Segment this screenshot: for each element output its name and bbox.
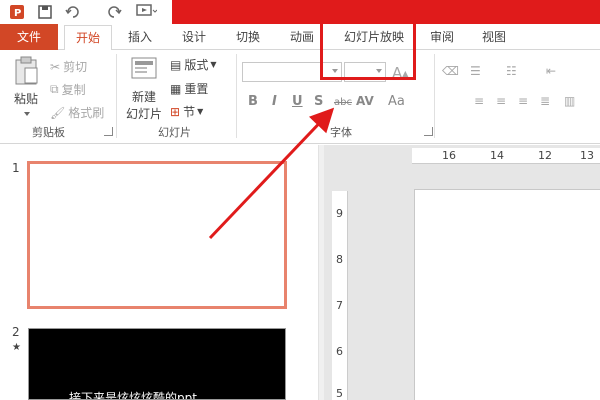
section-icon: ⊞ <box>170 104 181 119</box>
title-bar: P <box>0 0 600 24</box>
chevron-down-icon: ▼ <box>210 60 217 69</box>
align-left-button[interactable]: ≡ <box>474 94 484 108</box>
cut-label: 剪切 <box>63 60 88 74</box>
slide-thumbnail-2[interactable]: 接下来是炫炫炫酷的ppt <box>28 328 286 400</box>
paintbrush-icon: 🖌 <box>50 105 66 120</box>
ruler-number: 12 <box>538 149 552 162</box>
bullets-button[interactable]: ☰ <box>470 64 481 78</box>
vertical-ruler: 9 8 7 6 5 <box>332 191 348 400</box>
group-divider <box>236 54 237 138</box>
clear-format-button[interactable]: ⌫ <box>442 64 459 78</box>
bullet-list-icon: ☰ <box>470 64 481 78</box>
powerpoint-logo-icon: P <box>8 2 26 22</box>
tab-animations[interactable]: 动画 <box>278 24 326 50</box>
char-spacing-button[interactable]: AV <box>356 94 374 108</box>
align-right-icon: ≡ <box>518 94 529 108</box>
group-divider <box>434 54 435 138</box>
italic-button[interactable]: I <box>272 94 277 109</box>
shadow-button[interactable]: S <box>314 94 323 109</box>
ruler-number: 9 <box>336 207 343 220</box>
paste-button[interactable]: 粘贴 <box>10 56 42 107</box>
copy-button[interactable]: ⧉ 复制 <box>50 81 86 98</box>
layout-icon: ▤ <box>170 57 182 72</box>
slide-thumbnail-1[interactable] <box>27 161 287 309</box>
copy-label: 复制 <box>61 83 86 97</box>
slide-number: 2 <box>12 325 20 339</box>
reset-label: 重置 <box>184 82 209 96</box>
tab-review[interactable]: 审阅 <box>420 24 464 50</box>
font-group-label: 字体 <box>330 126 352 139</box>
section-label: 节 <box>183 105 196 119</box>
save-icon[interactable] <box>36 2 54 22</box>
numbered-list-icon: ☷ <box>506 64 517 78</box>
slide-editor: 16 14 12 13 9 8 7 6 5 <box>324 145 600 400</box>
copy-icon: ⧉ <box>50 82 59 96</box>
eraser-icon: ⌫ <box>442 64 459 78</box>
align-left-icon: ≡ <box>474 94 485 108</box>
columns-button[interactable]: ▥ <box>564 94 575 108</box>
tab-insert[interactable]: 插入 <box>118 24 162 50</box>
group-divider <box>116 54 117 138</box>
slide-canvas[interactable] <box>414 189 600 400</box>
undo-icon[interactable] <box>64 2 86 22</box>
columns-icon: ▥ <box>564 94 576 108</box>
justify-icon: ≣ <box>540 94 551 108</box>
align-right-button[interactable]: ≡ <box>518 94 528 108</box>
layout-label: 版式 <box>184 58 209 72</box>
annotation-highlight-box <box>320 0 416 80</box>
format-painter-button[interactable]: 🖌 格式刷 <box>50 104 104 121</box>
cut-button[interactable]: ✂ 剪切 <box>50 58 87 75</box>
present-icon[interactable] <box>134 2 158 22</box>
chevron-down-icon: ▼ <box>197 107 204 116</box>
slide-number: 1 <box>12 161 20 175</box>
clipboard-launcher-icon[interactable] <box>104 127 113 136</box>
justify-button[interactable]: ≣ <box>540 94 550 108</box>
section-button[interactable]: ⊞ 节 ▼ <box>170 103 203 120</box>
ruler-number: 6 <box>336 345 343 358</box>
clipboard-group-label: 剪贴板 <box>32 126 65 139</box>
bold-button[interactable]: B <box>248 94 258 109</box>
reset-button[interactable]: ▦ 重置 <box>170 80 208 97</box>
svg-text:P: P <box>14 8 21 19</box>
ribbon-tab-row: 文件 开始 插入 设计 切换 动画 幻灯片放映 审阅 视图 <box>0 24 600 51</box>
align-center-icon: ≡ <box>496 94 507 108</box>
layout-button[interactable]: ▤ 版式 ▼ <box>170 56 217 73</box>
redo-icon[interactable] <box>106 2 124 22</box>
ruler-number: 8 <box>336 253 343 266</box>
ruler-number: 16 <box>442 149 456 162</box>
ruler-number: 13 <box>580 149 594 162</box>
tab-file[interactable]: 文件 <box>0 24 58 50</box>
tab-design[interactable]: 设计 <box>170 24 218 50</box>
scissors-icon: ✂ <box>50 59 61 74</box>
animation-star-icon: ★ <box>12 342 21 353</box>
tab-home[interactable]: 开始 <box>64 25 112 51</box>
numbering-button[interactable]: ☷ <box>506 64 517 78</box>
tab-view[interactable]: 视图 <box>470 24 518 50</box>
slides-group-label: 幻灯片 <box>158 126 191 139</box>
paste-dropdown-icon[interactable] <box>24 112 30 116</box>
indent-icon: ⇤ <box>546 64 557 78</box>
align-center-button[interactable]: ≡ <box>496 94 506 108</box>
new-slide-label-1: 新建 <box>131 90 156 104</box>
format-painter-label: 格式刷 <box>68 106 105 120</box>
new-slide-button[interactable]: 新建 幻灯片 <box>124 56 164 122</box>
new-slide-label-2: 幻灯片 <box>125 107 162 121</box>
ruler-number: 5 <box>336 387 343 400</box>
ruler-number: 7 <box>336 299 343 312</box>
underline-button[interactable]: U <box>292 94 303 109</box>
reset-icon: ▦ <box>170 81 182 96</box>
ribbon: 粘贴 ✂ 剪切 ⧉ 复制 🖌 格式刷 剪贴板 新建 幻灯片 ▤ 版式 ▼ ▦ 重置 ⊞ 节 ▼ … <box>0 50 600 144</box>
slide-text: 接下来是炫炫炫酷的ppt <box>69 391 197 400</box>
font-launcher-icon[interactable] <box>424 127 433 136</box>
indent-button[interactable]: ⇤ <box>546 64 556 78</box>
strikethrough-button[interactable]: abc <box>334 97 352 108</box>
ruler-number: 14 <box>490 149 504 162</box>
change-case-button[interactable]: Aa <box>388 94 405 109</box>
clipboard-icon <box>15 56 38 85</box>
horizontal-ruler: 16 14 12 13 <box>412 148 600 164</box>
paste-label: 粘贴 <box>13 92 38 106</box>
slide-thumbnails-pane: 1 2 ★ 接下来是炫炫炫酷的ppt <box>0 145 318 400</box>
new-slide-icon <box>131 57 157 79</box>
tab-transitions[interactable]: 切换 <box>224 24 272 50</box>
